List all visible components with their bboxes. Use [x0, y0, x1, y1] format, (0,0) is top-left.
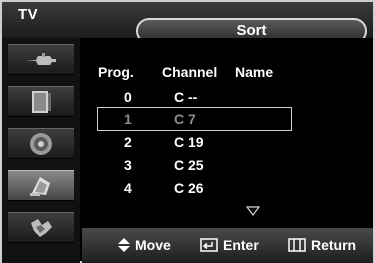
- osd-menu: TV Sort Prog. Channel Name 0 C -- 1 C 7 …: [0, 0, 375, 263]
- row-prog[interactable]: 4: [124, 180, 132, 196]
- sidebar-item-setup[interactable]: [8, 212, 74, 243]
- sidebar-item-picture[interactable]: [8, 86, 74, 117]
- antenna-plug-icon: [26, 52, 56, 65]
- row-prog[interactable]: 2: [124, 134, 132, 150]
- return-menu-icon: [288, 238, 306, 252]
- sort-list-panel: Prog. Channel Name 0 C -- 1 C 7 2 C 19 3…: [82, 38, 373, 228]
- row-prog[interactable]: 0: [124, 89, 132, 105]
- channel-satellite-icon: [30, 176, 50, 196]
- up-down-arrows-icon: [118, 238, 130, 252]
- column-header-name: Name: [235, 64, 274, 80]
- enter-icon: [200, 238, 218, 252]
- hint-return-label: Return: [311, 237, 357, 253]
- hint-return: Return: [288, 237, 356, 253]
- row-channel[interactable]: C --: [174, 89, 197, 105]
- row-channel[interactable]: C 19: [174, 134, 204, 150]
- footer-hints: Move Enter Return: [82, 228, 373, 263]
- picture-panel-icon: [32, 90, 51, 113]
- column-header-prog: Prog.: [98, 64, 134, 80]
- row-channel-selected[interactable]: C 7: [174, 111, 196, 127]
- hint-move-label: Move: [135, 237, 171, 253]
- column-header-channel: Channel: [162, 64, 218, 80]
- sidebar-item-channel[interactable]: [8, 170, 74, 201]
- tv-screen: TV Sort Prog. Channel Name 0 C -- 1 C 7 …: [0, 0, 375, 263]
- hint-enter: Enter: [200, 237, 259, 253]
- setup-tools-icon: [31, 218, 52, 237]
- row-channel[interactable]: C 25: [174, 157, 204, 173]
- top-bar: TV Sort: [2, 2, 373, 44]
- speaker-icon: [30, 132, 52, 155]
- sidebar: [2, 38, 80, 263]
- row-prog-selected[interactable]: 1: [124, 111, 132, 127]
- scroll-down-arrow-icon[interactable]: [246, 206, 260, 216]
- sidebar-item-input[interactable]: [8, 44, 74, 75]
- hint-move: Move: [118, 237, 171, 253]
- row-prog[interactable]: 3: [124, 157, 132, 173]
- tv-label: TV: [18, 6, 39, 23]
- row-channel[interactable]: C 26: [174, 180, 204, 196]
- sidebar-item-sound[interactable]: [8, 128, 74, 159]
- hint-enter-label: Enter: [223, 237, 259, 253]
